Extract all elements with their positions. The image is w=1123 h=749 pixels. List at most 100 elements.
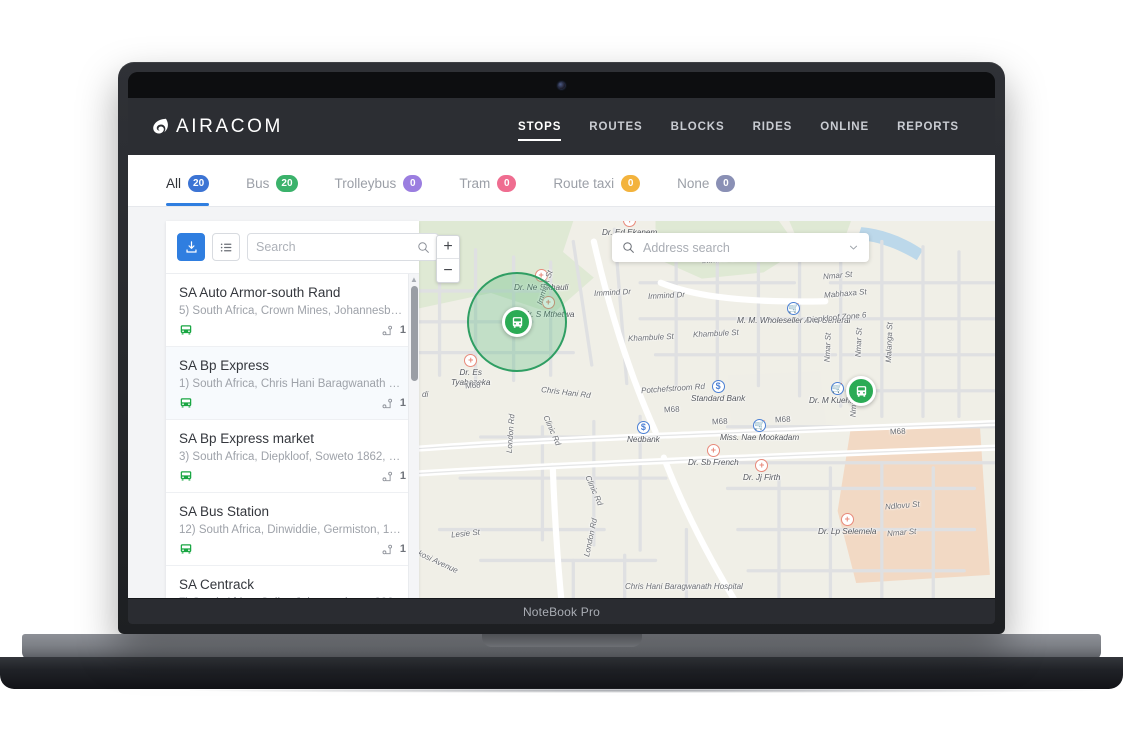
tab-all[interactable]: All 20 <box>166 175 225 206</box>
list-item[interactable]: SA Bp Express 1) South Africa, Chris Han… <box>166 347 419 420</box>
import-button[interactable] <box>177 233 205 261</box>
tab-route-taxi[interactable]: Route taxi 0 <box>553 175 656 206</box>
map-poi[interactable]: + Dr. Sb French <box>688 444 739 467</box>
nav-item-stops[interactable]: STOPS <box>504 103 575 151</box>
app-header: AIRACOM STOPS ROUTES BLOCKS RIDES ONLINE… <box>128 98 995 155</box>
list-item[interactable]: SA Centrack 7) South Africa, Selby, Joha… <box>166 566 419 598</box>
street-label: Chris Hani Baragwanath Hospital <box>625 582 743 591</box>
map-poi[interactable]: + Dr. Jj Firth <box>743 459 780 482</box>
stop-meta: 1 <box>179 396 406 410</box>
download-import-icon <box>185 240 197 253</box>
selected-stop-marker[interactable] <box>502 307 532 337</box>
webcam-icon <box>558 81 565 89</box>
tab-bus-label: Bus <box>246 176 270 191</box>
laptop-model-label: NoteBook Pro <box>522 604 601 619</box>
stop-routes-count-value: 1 <box>399 470 406 482</box>
search-icon <box>623 242 634 253</box>
airacom-swirl-logo-icon <box>153 118 168 134</box>
brand-logo[interactable]: AIRACOM <box>148 116 283 138</box>
stops-search-field[interactable] <box>247 233 439 261</box>
search-input[interactable] <box>256 240 417 254</box>
stops-list-scroll-area[interactable]: SA Auto Armor-south Rand 5) South Africa… <box>166 273 419 598</box>
screenshot-stage: AIRACOM STOPS ROUTES BLOCKS RIDES ONLINE… <box>0 0 1123 749</box>
tab-route-taxi-badge: 0 <box>621 175 641 192</box>
tab-tram-badge: 0 <box>497 175 517 192</box>
zoom-out-button[interactable]: − <box>437 259 459 282</box>
tab-tram[interactable]: Tram 0 <box>459 175 532 206</box>
stops-list-toolbar <box>166 221 439 273</box>
nav-item-rides[interactable]: RIDES <box>739 103 807 151</box>
tab-trolleybus[interactable]: Trolleybus 0 <box>335 175 439 206</box>
nav-item-online[interactable]: ONLINE <box>806 103 883 151</box>
stop-meta: 1 <box>179 542 406 556</box>
nav-item-blocks[interactable]: BLOCKS <box>657 103 739 151</box>
medical-poi-icon: + <box>706 444 720 457</box>
stop-routes-count-value: 1 <box>399 324 406 336</box>
street-label: Nmar St <box>822 332 833 363</box>
stop-address: 5) South Africa, Crown Mines, Johannesbu… <box>179 305 406 317</box>
route-branch-icon <box>382 471 392 481</box>
tab-none[interactable]: None 0 <box>677 175 751 206</box>
stop-title: SA Centrack <box>179 577 255 592</box>
stops-list-scrollbar[interactable]: ▲ <box>408 274 419 598</box>
medical-poi-icon: + <box>623 221 637 227</box>
stop-address: 1) South Africa, Chris Hani Baragwanath … <box>179 378 406 390</box>
map-poi[interactable]: $ Nedbank <box>627 421 660 444</box>
laptop-shadow <box>190 688 1100 693</box>
stop-routes-count: 1 <box>382 324 406 337</box>
tab-trolleybus-badge: 0 <box>403 175 423 192</box>
screen: AIRACOM STOPS ROUTES BLOCKS RIDES ONLINE… <box>128 98 995 598</box>
map-poi-label: Dr. Lp Selemela <box>818 527 877 536</box>
map-poi-label: Dr. Sb French <box>688 458 739 467</box>
list-view-icon <box>220 242 231 252</box>
medical-poi-icon: + <box>840 513 854 526</box>
nav-item-routes[interactable]: ROUTES <box>575 103 656 151</box>
laptop-foot <box>0 657 1123 689</box>
tab-route-taxi-label: Route taxi <box>553 176 615 191</box>
address-search-box[interactable] <box>612 233 869 262</box>
zoom-in-button[interactable]: + <box>437 236 459 259</box>
map-poi[interactable]: + Dr. Lp Selemela <box>818 513 876 536</box>
stop-meta: 1 <box>179 469 406 483</box>
stops-list-panel: SA Auto Armor-south Rand 5) South Africa… <box>166 221 439 598</box>
stop-title: SA Bp Express market <box>179 431 315 446</box>
shop-poi-icon: 🛒 <box>830 382 844 395</box>
tab-tram-label: Tram <box>459 176 491 191</box>
laptop-top-bezel <box>128 72 995 98</box>
tab-bus-badge: 20 <box>276 175 298 192</box>
map-poi-label: Dr. Es <box>459 368 482 377</box>
scroll-up-arrow-icon[interactable]: ▲ <box>409 274 419 285</box>
stop-routes-count: 1 <box>382 470 406 483</box>
medical-poi-icon: + <box>464 354 478 367</box>
street-label: Nmar St <box>853 327 864 358</box>
street-label: Immind Dr <box>647 290 686 301</box>
stop-routes-count: 1 <box>382 543 406 556</box>
tab-bus[interactable]: Bus 20 <box>246 175 313 206</box>
brand-name: AIRACOM <box>176 115 283 137</box>
street-label: M68 <box>663 404 680 415</box>
bank-poi-icon: $ <box>636 421 650 434</box>
list-item[interactable]: SA Bus Station 12) South Africa, Dinwidd… <box>166 493 419 566</box>
nav-item-reports[interactable]: REPORTS <box>883 103 973 151</box>
bus-icon <box>856 385 866 397</box>
stop-address: 12) South Africa, Dinwiddie, Germiston, … <box>179 524 406 536</box>
map-poi-label: Nedbank <box>627 435 660 444</box>
shop-poi-icon: 🛒 <box>753 419 767 432</box>
stop-address: 7) South Africa, Selby, Johannesburg, 20… <box>179 595 406 598</box>
shop-poi-icon: 🛒 <box>787 302 801 315</box>
stop-title: SA Bp Express <box>179 358 270 373</box>
chevron-down-icon[interactable] <box>848 242 859 253</box>
list-item[interactable]: SA Bp Express market 3) South Africa, Di… <box>166 420 419 493</box>
tab-trolleybus-label: Trolleybus <box>334 176 397 191</box>
bus-icon <box>512 316 522 328</box>
map-poi-label: Dr. Jj Firth <box>743 473 781 482</box>
street-label: di <box>422 390 429 399</box>
street-label: Malanga St <box>884 322 895 363</box>
stop-marker[interactable] <box>846 376 876 406</box>
address-search-input[interactable] <box>643 240 840 255</box>
map-panel[interactable]: + − Address search Dr. + Dr. Ne Sikhauli… <box>419 221 995 598</box>
list-item[interactable]: SA Auto Armor-south Rand 5) South Africa… <box>166 274 419 347</box>
scrollbar-thumb[interactable] <box>411 286 418 381</box>
list-view-button[interactable] <box>212 233 240 261</box>
tab-none-badge: 0 <box>716 175 736 192</box>
